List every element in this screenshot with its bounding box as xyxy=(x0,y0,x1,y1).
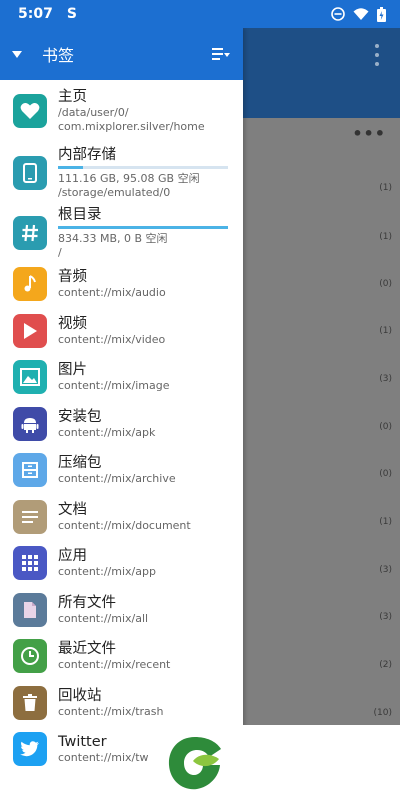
background-count: (0) xyxy=(379,469,392,479)
heart-icon xyxy=(13,94,47,128)
bookmark-path: content://mix/archive xyxy=(58,472,176,486)
background-count: (3) xyxy=(379,565,392,575)
bookmark-name: 应用 xyxy=(58,548,87,565)
bookmark-item-trash[interactable]: 回收站 content://mix/trash xyxy=(0,680,243,727)
document-icon xyxy=(13,499,47,534)
background-more-icon[interactable]: ••• xyxy=(352,124,386,143)
hash-icon xyxy=(13,215,47,250)
status-bar: 5:07 S xyxy=(0,0,400,28)
phone-icon xyxy=(13,156,47,190)
android-icon xyxy=(13,406,47,441)
bookmark-item-app[interactable]: 应用 content://mix/app xyxy=(0,540,243,587)
bookmark-path: content://mix/apk xyxy=(58,425,156,439)
bookmark-name: 文档 xyxy=(58,501,87,518)
bookmark-name: 压缩包 xyxy=(58,455,102,472)
grid-icon xyxy=(13,546,47,581)
bookmark-item-apk[interactable]: 安装包 content://mix/apk xyxy=(0,401,243,448)
twitter-icon xyxy=(13,732,47,767)
bookmark-path: content://mix/all xyxy=(58,611,149,625)
bookmark-path: / xyxy=(58,245,62,259)
background-count: (1) xyxy=(379,517,392,527)
bookmark-path-line2: com.mixplorer.silver/home xyxy=(58,120,205,133)
wifi-icon xyxy=(353,7,369,21)
drawer-title: 书签 xyxy=(42,46,75,65)
background-count: (3) xyxy=(379,374,392,384)
bookmarks-drawer: 书签 主页 /data/user/0/ com.mixplorer.silver… xyxy=(0,28,243,800)
bookmark-name: 安装包 xyxy=(58,408,102,425)
status-icons xyxy=(331,6,386,22)
bookmark-item-root[interactable]: 根目录 834.33 MB, 0 B 空闲 / xyxy=(0,204,243,261)
drawer-header: 书签 xyxy=(0,28,243,80)
bookmark-path: content://mix/video xyxy=(58,332,166,346)
background-count: (1) xyxy=(379,326,392,336)
image-icon xyxy=(13,360,47,395)
bookmark-item-image[interactable]: 图片 content://mix/image xyxy=(0,354,243,401)
bookmark-path: content://mix/app xyxy=(58,565,156,579)
bookmark-name: 主页 xyxy=(58,89,87,105)
bookmark-item-document[interactable]: 文档 content://mix/document xyxy=(0,494,243,541)
trash-icon xyxy=(13,685,47,720)
bookmark-name: 所有文件 xyxy=(58,594,116,611)
background-count: (3) xyxy=(379,612,392,622)
bookmark-path: content://mix/recent xyxy=(58,658,171,672)
collapse-caret-icon[interactable] xyxy=(12,50,22,58)
overflow-menu-icon[interactable] xyxy=(374,44,380,66)
bookmark-name: 最近文件 xyxy=(58,641,116,658)
background-count: (1) xyxy=(379,232,392,242)
storage-detail: 111.16 GB, 95.08 GB 空闲 xyxy=(58,172,200,185)
background-count: (2) xyxy=(379,660,392,670)
leaf-logo-icon xyxy=(168,736,221,789)
bookmark-path: content://mix/document xyxy=(58,518,191,532)
bookmark-item-audio[interactable]: 音频 content://mix/audio xyxy=(0,261,243,308)
storage-usage-bar xyxy=(58,166,228,169)
do-not-disturb-icon xyxy=(331,7,345,21)
overlay-blank-panel xyxy=(240,725,400,800)
app-notification-icon: S xyxy=(66,6,77,22)
bookmark-item-home[interactable]: 主页 /data/user/0/ com.mixplorer.silver/ho… xyxy=(0,80,243,142)
background-count: (0) xyxy=(379,279,392,289)
storage-detail: 834.33 MB, 0 B 空闲 xyxy=(58,231,168,245)
bookmark-path: /storage/emulated/0 xyxy=(58,186,171,199)
storage-usage-fill xyxy=(58,225,228,229)
bookmark-path: /data/user/0/ xyxy=(58,106,129,119)
bookmark-item-all-files[interactable]: 所有文件 content://mix/all xyxy=(0,587,243,634)
battery-icon xyxy=(377,6,386,22)
bookmark-name: 回收站 xyxy=(58,687,102,704)
bookmark-name: 根目录 xyxy=(58,206,102,223)
music-icon xyxy=(13,267,47,302)
status-time: 5:07 xyxy=(18,6,53,22)
overlay-logo xyxy=(150,725,240,800)
background-count: (0) xyxy=(379,422,392,432)
play-icon xyxy=(13,313,47,348)
bookmark-name: 内部存储 xyxy=(58,147,116,163)
file-icon xyxy=(13,592,47,627)
bookmark-item-video[interactable]: 视频 content://mix/video xyxy=(0,308,243,355)
archive-icon xyxy=(13,453,47,488)
bookmark-name: 视频 xyxy=(58,315,87,332)
bookmark-path: content://mix/trash xyxy=(58,704,164,718)
bookmark-name: 图片 xyxy=(58,362,87,379)
bookmark-item-recent[interactable]: 最近文件 content://mix/recent xyxy=(0,633,243,680)
storage-usage-bar xyxy=(58,225,228,229)
bookmark-path: content://mix/audio xyxy=(58,286,166,300)
sort-icon[interactable] xyxy=(211,46,231,62)
background-count: (1) xyxy=(379,183,392,193)
background-count: (10) xyxy=(373,708,392,718)
bookmark-path: content://mix/image xyxy=(58,379,170,393)
bookmark-name: 音频 xyxy=(58,269,87,286)
bookmark-item-archive[interactable]: 压缩包 content://mix/archive xyxy=(0,447,243,494)
bookmark-item-internal-storage[interactable]: 内部存储 111.16 GB, 95.08 GB 空闲 /storage/emu… xyxy=(0,142,243,204)
clock-icon xyxy=(13,639,47,674)
storage-usage-fill xyxy=(58,166,83,169)
